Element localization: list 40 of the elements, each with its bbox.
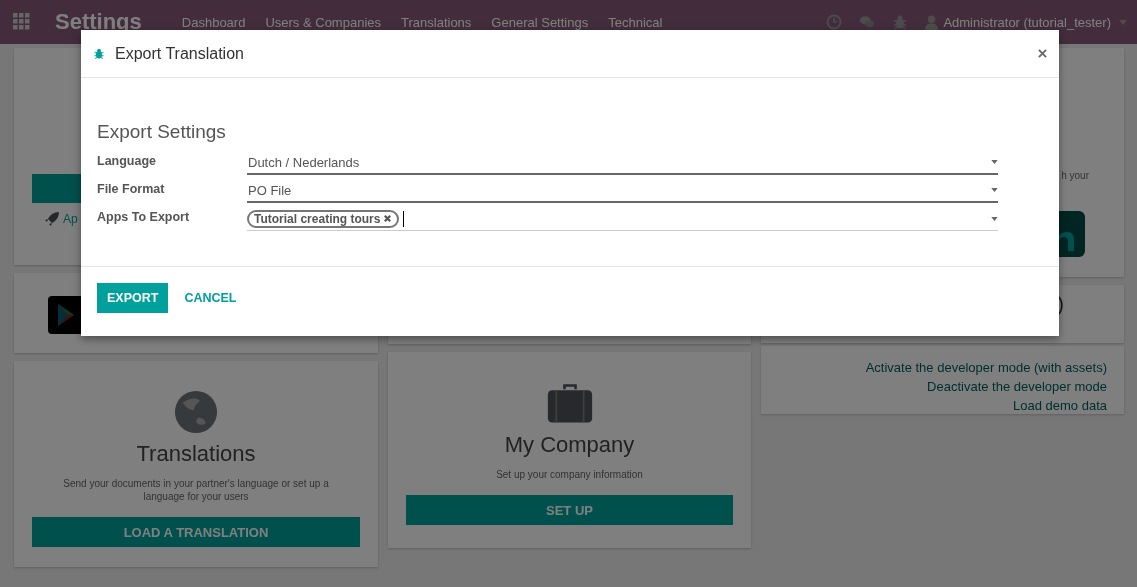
dropdown-caret-icon <box>991 188 998 192</box>
load-translation-button[interactable]: LOAD A TRANSLATION <box>32 517 360 547</box>
user-icon <box>925 14 939 30</box>
remove-icon[interactable] <box>383 214 393 223</box>
close-icon[interactable] <box>1038 49 1047 58</box>
dropdown-caret-icon <box>991 216 998 221</box>
menu-item[interactable]: Users & Companies <box>265 14 381 30</box>
tag[interactable]: Tutorial creating tours <box>247 209 400 228</box>
menu-item[interactable]: Technical <box>608 14 663 30</box>
menu-item[interactable]: Translations <box>401 14 472 30</box>
dropdown-caret-icon <box>991 160 998 164</box>
card-description: Send your documents in your partner's language or set up a language for your users <box>62 477 330 503</box>
field-label: Language <box>97 154 158 168</box>
section-title: Export Settings <box>97 121 227 143</box>
export-button[interactable]: EXPORT <box>97 283 169 313</box>
select-field[interactable]: PO File <box>247 179 998 203</box>
developer-link[interactable]: Deactivate the developer mode <box>927 377 1107 396</box>
card-caption: h your <box>1061 170 1089 181</box>
dialog-title: Export Translation <box>115 44 245 63</box>
rocket-icon <box>44 211 60 227</box>
text-cursor <box>403 210 405 227</box>
bug-icon <box>93 47 105 60</box>
field-label: File Format <box>97 182 166 196</box>
globe-icon <box>173 389 219 435</box>
card-title: Translations <box>136 441 256 467</box>
card-title: My Company <box>504 432 635 458</box>
set-up-button[interactable]: SET UP <box>406 495 733 525</box>
tags-field[interactable]: Tutorial creating tours <box>247 207 998 231</box>
field-label: Apps To Export <box>97 210 191 224</box>
menu-item[interactable]: Dashboard <box>181 14 246 30</box>
developer-link[interactable]: Load demo data <box>1013 396 1107 415</box>
cancel-button[interactable]: CANCEL <box>174 283 247 313</box>
select-field[interactable]: Dutch / Nederlands <box>247 151 998 175</box>
developer-link[interactable]: Activate the developer mode (with assets) <box>865 358 1107 377</box>
caret-icon <box>1119 19 1127 25</box>
card-description: Set up your company information <box>495 468 644 481</box>
menu-item[interactable]: General Settings <box>491 14 589 30</box>
app-title: Settings <box>55 9 142 35</box>
user-menu[interactable]: Administrator (tutorial_tester) <box>925 14 1127 30</box>
apps-link[interactable]: Ap <box>63 212 78 226</box>
